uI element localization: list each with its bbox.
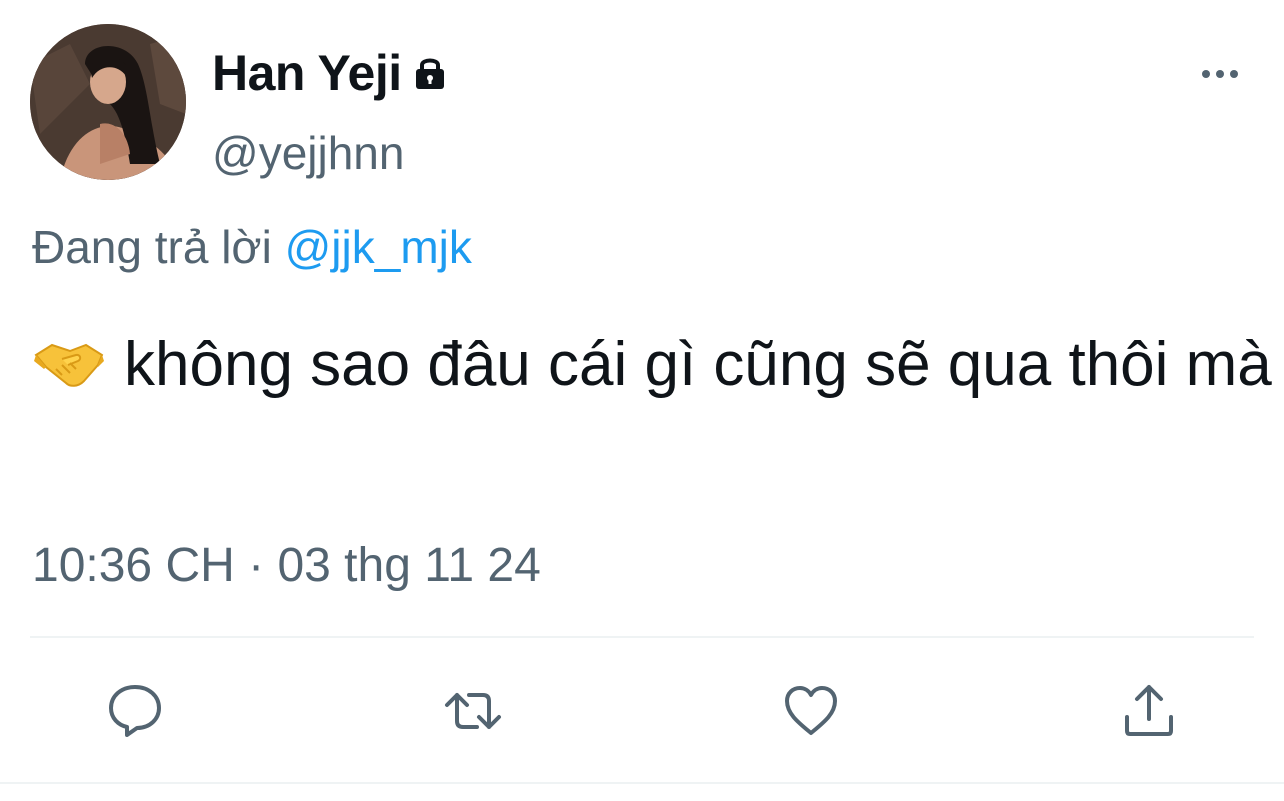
tweet-text: không sao đâu cái gì cũng sẽ qua thôi mà (32, 318, 1272, 412)
display-name[interactable]: Han Yeji (212, 44, 402, 102)
tweet-body: không sao đâu cái gì cũng sẽ qua thôi mà (124, 330, 1272, 399)
profile-photo (30, 24, 186, 180)
share-icon (1125, 685, 1173, 736)
avatar[interactable] (30, 24, 186, 180)
reply-button[interactable] (104, 680, 166, 742)
reply-mention-link[interactable]: @jjk_mjk (285, 221, 472, 273)
replying-to-label: Đang trả lời (32, 221, 272, 273)
bottom-divider (0, 782, 1284, 784)
author-name-row: Han Yeji (212, 38, 450, 108)
speech-bubble-icon (109, 685, 161, 737)
divider (30, 636, 1254, 638)
username-handle[interactable]: @yejjhnn (212, 126, 404, 180)
like-button[interactable] (780, 680, 842, 742)
tweet-timestamp[interactable]: 10:36 CH · 03 thg 11 24 (32, 538, 541, 593)
tweet: Han Yeji @yejjhnn Đang trả lời @jjk_mjk (0, 0, 1284, 801)
retweet-button[interactable] (442, 680, 504, 742)
heart-icon (785, 686, 837, 735)
more-horizontal-icon[interactable] (1196, 60, 1244, 88)
replying-to: Đang trả lời @jjk_mjk (32, 220, 472, 274)
share-button[interactable] (1118, 680, 1180, 742)
handshake-emoji (32, 326, 106, 388)
retweet-icon (445, 693, 501, 729)
lock-icon (410, 53, 450, 93)
